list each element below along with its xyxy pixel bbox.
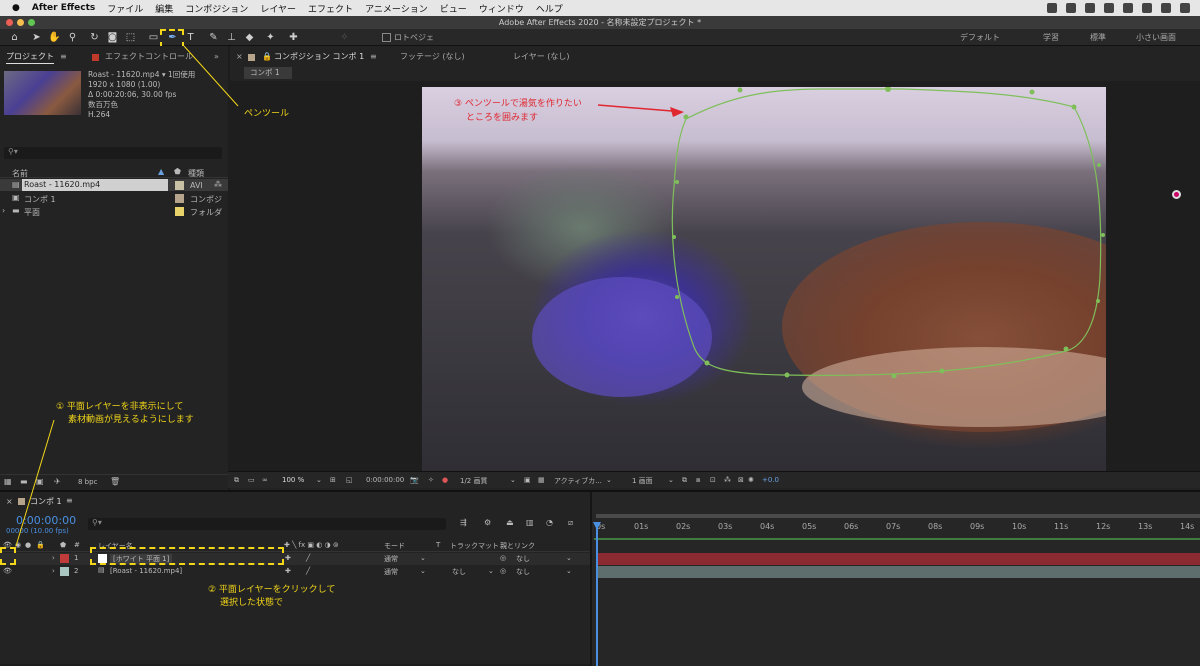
annotation-step1-line2: 素材動画が見えるようにします — [68, 415, 194, 425]
annotation-step2-line1: ② 平面レイヤーをクリックして — [208, 585, 336, 595]
pen-pointer-line — [183, 45, 239, 107]
annotation-step2: ② 平面レイヤーをクリックして 選択した状態で — [208, 584, 335, 610]
annotation-pen: ペンツール — [244, 109, 290, 119]
eye-toggle-highlight — [0, 547, 16, 565]
layer-name-highlight — [90, 547, 284, 565]
step1-pointer-line — [15, 419, 55, 547]
annotation-step2-line2: 選択した状態で — [220, 598, 284, 608]
annotation-step1-line1: ① 平面レイヤーを非表示にして — [56, 402, 184, 412]
annotation-step1: ① 平面レイヤーを非表示にして 素材動画が見えるようにします — [56, 401, 194, 427]
